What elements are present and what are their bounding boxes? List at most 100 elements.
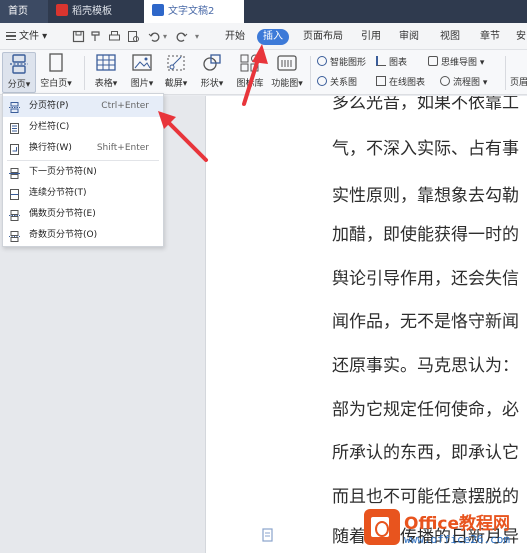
picture-label: 图片 [130,79,149,89]
doc-line: 实性原则，靠想象去勾勒 [332,186,519,206]
menu-item-references[interactable]: 引用 [361,23,381,50]
menu-item-label: 分页符(P) [29,101,69,111]
odd-page-section-icon [9,230,20,242]
online-chart-button[interactable]: 在线图表 [376,76,425,90]
page-icon[interactable] [261,528,275,542]
menu-item-review[interactable]: 审阅 [399,23,419,50]
menu-item-even-page-section[interactable]: 偶数页分节符(E) [3,204,163,225]
chart-button[interactable]: 图表 [376,56,407,70]
icon-library-icon [238,52,262,74]
page-break-icon [9,101,20,113]
menu-item-line-break[interactable]: 换行符(W) Shift+Enter [3,138,163,159]
menu-item-layout[interactable]: 页面布局 [303,23,343,50]
mind-map-button[interactable]: 思维导图 ▾ [428,56,484,70]
online-chart-label: 在线图表 [389,78,426,88]
column-break-icon [9,122,20,134]
document-page[interactable]: 多么光音，如果不依靠工 气，不深入实际、占有事 实性原则，靠想象去勾勒 加醋，即… [205,96,527,553]
docer-icon [56,4,68,16]
file-menu-label: 文件 [19,31,39,42]
menu-item-label: 偶数页分节符(E) [29,209,96,219]
menu-item-next-page-section[interactable]: 下一页分节符(N) [3,162,163,183]
tab-document[interactable]: 文字文稿2 [144,0,244,23]
page-break-button[interactable]: 分页▾ [2,52,36,93]
header-button[interactable]: 页眉 [510,76,527,90]
redo-icon[interactable] [175,30,188,43]
chart-label: 图表 [389,58,408,68]
save-icon[interactable] [72,30,85,43]
ribbon-separator [84,56,85,90]
even-page-section-icon [9,209,20,221]
mind-map-label: 思维导图 [441,58,478,68]
file-menu[interactable]: 文件 ▾ [6,23,47,50]
icon-library-label: 图标库 [236,79,264,89]
relation-chart-label: 关系图 [330,78,358,88]
doc-line: 所承认的东西，即承认它 [332,443,519,463]
menu-item-chapter[interactable]: 章节 [480,23,500,50]
flowchart-label: 流程图 [453,78,481,88]
ribbon-insert: 分页▾ 空白页▾ 表格▾ 图片▾ 截屏▾ 形状▾ 图标库 功能图▾ 智能图形 图… [0,50,527,95]
hamburger-icon [6,32,16,40]
blank-page-button[interactable]: 空白页▾ [38,52,74,89]
menu-item-insert[interactable]: 插入 [257,29,289,45]
relation-chart-icon [317,76,327,86]
doc-line: 舆论引导作用，还会失信 [332,269,519,289]
picture-button[interactable]: 图片▾ [126,52,158,89]
menu-item-security[interactable]: 安 [516,23,526,50]
ribbon-separator [310,56,311,90]
tab-templates-label: 稻壳模板 [72,6,112,17]
ribbon-separator [505,56,506,90]
mind-map-icon [428,56,438,66]
menu-item-odd-page-section[interactable]: 奇数页分节符(O) [3,225,163,246]
menu-item-label: 分栏符(C) [29,122,70,132]
shape-button[interactable]: 形状▾ [197,52,227,89]
menu-item-label: 奇数页分节符(O) [29,230,98,240]
print-preview-icon[interactable] [127,30,140,43]
menu-item-page-break[interactable]: 分页符(P) Ctrl+Enter [3,96,163,117]
doc-line: 多么光音，如果不依靠工 [332,96,519,113]
watermark-title: Office教程网 [404,514,511,534]
menu-item-view[interactable]: 视图 [440,23,460,50]
print-icon[interactable] [108,30,121,43]
smart-art-button[interactable]: 智能图形 [317,56,366,70]
relation-chart-button[interactable]: 关系图 [317,76,357,90]
watermark-url: www.office26.com [404,533,510,546]
flowchart-button[interactable]: 流程图 ▾ [440,76,487,90]
office-tutorial-watermark: Office教程网 www.office26.com [362,505,527,553]
screenshot-button[interactable]: 截屏▾ [161,52,191,89]
undo-icon[interactable] [148,30,161,43]
table-button[interactable]: 表格▾ [90,52,122,89]
tab-home-label: 首页 [8,6,28,17]
next-page-section-icon [9,167,20,179]
menu-item-label: 连续分节符(T) [29,188,87,198]
page-break-dropdown: 分页符(P) Ctrl+Enter 分栏符(C) 换行符(W) Shift+En… [2,93,164,247]
doc-line: 还原事实。马克思认为： [332,356,519,376]
menu-item-label: 换行符(W) [29,143,72,153]
doc-line: 加醋，即使能获得一时的 [332,225,519,245]
menu-bar: 文件 ▾ ▾ ▾ 开始 插入 页面布局 引用 审阅 视图 章节 安 [0,23,527,50]
menu-item-continuous-section[interactable]: 连续分节符(T) [3,183,163,204]
menu-divider [7,160,159,161]
menu-item-column-break[interactable]: 分栏符(C) [3,117,163,138]
table-label: 表格 [94,79,113,89]
smart-art-label: 智能图形 [330,58,367,68]
undo-dropdown-icon[interactable]: ▾ [163,23,167,50]
menu-item-label: 下一页分节符(N) [29,167,97,177]
menu-item-start[interactable]: 开始 [225,23,245,50]
function-chart-button[interactable]: 功能图▾ [270,52,304,89]
format-painter-icon[interactable] [89,30,102,43]
blank-page-label: 空白页 [40,79,68,89]
more-quick-icon[interactable]: ▾ [195,23,199,50]
doc-line: 闻作品，无不是恪守新闻 [332,312,519,332]
doc-line: 而且也不可能任意摆脱的 [332,487,519,507]
header-label: 页眉 [510,78,527,88]
blank-page-icon [44,52,68,74]
scissors-icon [164,52,188,74]
tab-home[interactable]: 首页 [0,0,48,23]
line-break-icon [9,143,20,155]
table-icon [94,52,118,74]
page-break-label: 分页 [7,80,26,90]
bar-chart-icon [376,56,386,66]
tab-templates[interactable]: 稻壳模板 [48,0,144,23]
function-chart-icon [275,52,299,74]
icon-library-button[interactable]: 图标库 [233,52,267,89]
